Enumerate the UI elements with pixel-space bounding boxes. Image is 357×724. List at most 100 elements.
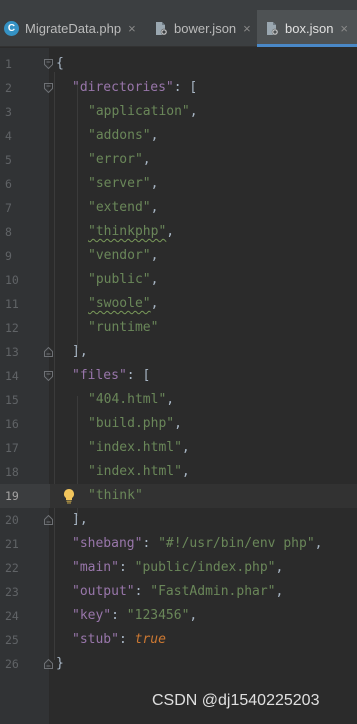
- punctuation: ,: [181, 440, 190, 455]
- punctuation: ,: [189, 104, 198, 119]
- json-string: "runtime": [88, 320, 159, 335]
- json-string: "#!/usr/bin/env php": [158, 536, 315, 551]
- close-icon[interactable]: ×: [243, 21, 251, 36]
- json-string: "index.html": [88, 440, 182, 455]
- fold-open-icon[interactable]: [44, 371, 53, 381]
- json-string: "extend": [88, 200, 151, 215]
- tab-label: bower.json: [174, 21, 237, 36]
- fold-close-icon[interactable]: [44, 347, 53, 357]
- tab-migratedata-php[interactable]: C MigrateData.php ×: [0, 10, 146, 47]
- punctuation: : [: [126, 368, 151, 383]
- line-number: 2: [5, 81, 12, 95]
- json-string: "addons": [88, 128, 151, 143]
- json-file-icon: [267, 22, 279, 36]
- punctuation: ],: [72, 512, 88, 527]
- code-line[interactable]: 4 "addons",: [0, 124, 357, 148]
- editor-tab-bar: C MigrateData.php × bower.json × box.jso…: [0, 0, 357, 47]
- punctuation: :: [111, 608, 127, 623]
- line-number: 6: [5, 177, 12, 191]
- punctuation: ,: [174, 416, 182, 431]
- json-string: "vendor": [88, 248, 151, 263]
- json-string: "FastAdmin.phar": [150, 584, 276, 599]
- code-line[interactable]: 21 "shebang": "#!/usr/bin/env php",: [0, 532, 357, 556]
- json-string: "123456": [126, 608, 190, 623]
- json-key: "shebang": [72, 536, 143, 551]
- punctuation: ,: [150, 272, 159, 287]
- code-line[interactable]: 3 "application",: [0, 100, 357, 124]
- code-line[interactable]: 17 "index.html",: [0, 436, 357, 460]
- punctuation: : [: [173, 80, 198, 95]
- code-line[interactable]: 15 "404.html",: [0, 388, 357, 412]
- line-number: 23: [5, 585, 19, 599]
- line-number: 4: [5, 129, 12, 143]
- line-number: 18: [5, 465, 19, 479]
- line-number: 9: [5, 249, 12, 263]
- line-number: 7: [5, 201, 12, 215]
- line-number: 26: [5, 657, 19, 671]
- code-line[interactable]: 2 "directories": [: [0, 76, 357, 100]
- punctuation: :: [118, 632, 135, 647]
- fold-open-icon[interactable]: [44, 59, 53, 69]
- close-icon[interactable]: ×: [128, 21, 136, 36]
- fold-open-icon[interactable]: [44, 83, 53, 93]
- code-line[interactable]: 20 ],: [0, 508, 357, 532]
- code-line[interactable]: 22 "main": "public/index.php",: [0, 556, 357, 580]
- json-key: "main": [72, 560, 119, 575]
- line-number: 5: [5, 153, 12, 167]
- watermark: CSDN @dj1540225203: [152, 692, 320, 709]
- code-line-current[interactable]: 19 "think": [0, 484, 357, 508]
- punctuation: ,: [189, 608, 198, 623]
- code-line[interactable]: 16 "build.php",: [0, 412, 357, 436]
- code-line[interactable]: 26 }: [0, 652, 357, 676]
- code-line[interactable]: 18 "index.html",: [0, 460, 357, 484]
- line-number: 1: [5, 57, 12, 71]
- line-number: 20: [5, 513, 19, 527]
- punctuation: ,: [314, 536, 323, 551]
- tab-label: MigrateData.php: [25, 21, 122, 36]
- code-line[interactable]: 8 "thinkphp",: [0, 220, 357, 244]
- code-text: }: [56, 656, 64, 671]
- json-string: "build.php": [88, 416, 175, 431]
- code-line[interactable]: 5 "error",: [0, 148, 357, 172]
- json-file-icon: [156, 22, 168, 36]
- punctuation: ,: [166, 224, 175, 239]
- punctuation: ,: [150, 128, 159, 143]
- punctuation: :: [142, 536, 159, 551]
- line-number: 15: [5, 393, 19, 407]
- json-string: "application": [88, 104, 190, 119]
- code-editor[interactable]: 1 { 2 "directories": [ 3 "application", …: [0, 48, 357, 724]
- code-line[interactable]: 10 "public",: [0, 268, 357, 292]
- code-line[interactable]: 6 "server",: [0, 172, 357, 196]
- close-icon[interactable]: ×: [340, 21, 348, 36]
- json-string: "public": [88, 272, 151, 287]
- code-line[interactable]: 7 "extend",: [0, 196, 357, 220]
- code-line[interactable]: 12 "runtime": [0, 316, 357, 340]
- code-line[interactable]: 13 ],: [0, 340, 357, 364]
- line-number: 12: [5, 321, 19, 335]
- fold-close-icon[interactable]: [44, 659, 53, 669]
- tab-box-json[interactable]: box.json ×: [257, 10, 357, 47]
- tab-bower-json[interactable]: bower.json ×: [149, 10, 257, 47]
- line-number: 14: [5, 369, 19, 383]
- punctuation: ,: [150, 200, 159, 215]
- line-number: 13: [5, 345, 19, 359]
- code-line[interactable]: 9 "vendor",: [0, 244, 357, 268]
- fold-close-icon[interactable]: [44, 515, 53, 525]
- lightbulb-intention-icon[interactable]: [62, 488, 76, 504]
- punctuation: :: [118, 560, 135, 575]
- code-line[interactable]: 24 "key": "123456",: [0, 604, 357, 628]
- punctuation: :: [134, 584, 151, 599]
- code-line[interactable]: 1 {: [0, 52, 357, 76]
- code-line[interactable]: 25 "stub": true: [0, 628, 357, 652]
- json-string: "swoole": [88, 296, 151, 311]
- punctuation: ,: [166, 392, 175, 407]
- code-line[interactable]: 11 "swoole",: [0, 292, 357, 316]
- punctuation: ,: [275, 584, 284, 599]
- code-line[interactable]: 23 "output": "FastAdmin.phar",: [0, 580, 357, 604]
- code-line[interactable]: 14 "files": [: [0, 364, 357, 388]
- json-string: "public/index.php": [134, 560, 276, 575]
- line-number: 25: [5, 633, 19, 647]
- line-number: 8: [5, 225, 12, 239]
- punctuation: ,: [181, 464, 190, 479]
- line-number: 17: [5, 441, 19, 455]
